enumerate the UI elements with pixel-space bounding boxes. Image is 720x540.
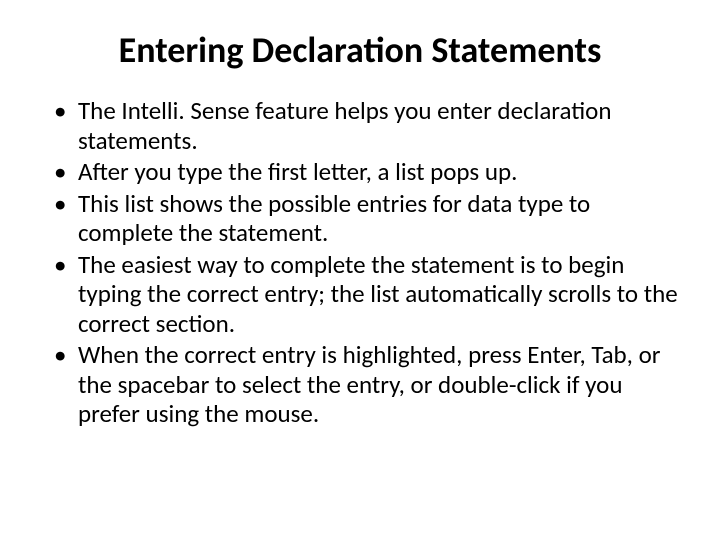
list-item: When the correct entry is highlighted, p… — [50, 340, 680, 429]
slide-title: Entering Declaration Statements — [40, 28, 680, 72]
bullet-list: The Intelli. Sense feature helps you ent… — [40, 96, 680, 429]
list-item: The easiest way to complete the statemen… — [50, 250, 680, 339]
slide: Entering Declaration Statements The Inte… — [0, 0, 720, 540]
list-item: This list shows the possible entries for… — [50, 189, 680, 248]
list-item: After you type the first letter, a list … — [50, 157, 680, 187]
list-item: The Intelli. Sense feature helps you ent… — [50, 96, 680, 155]
